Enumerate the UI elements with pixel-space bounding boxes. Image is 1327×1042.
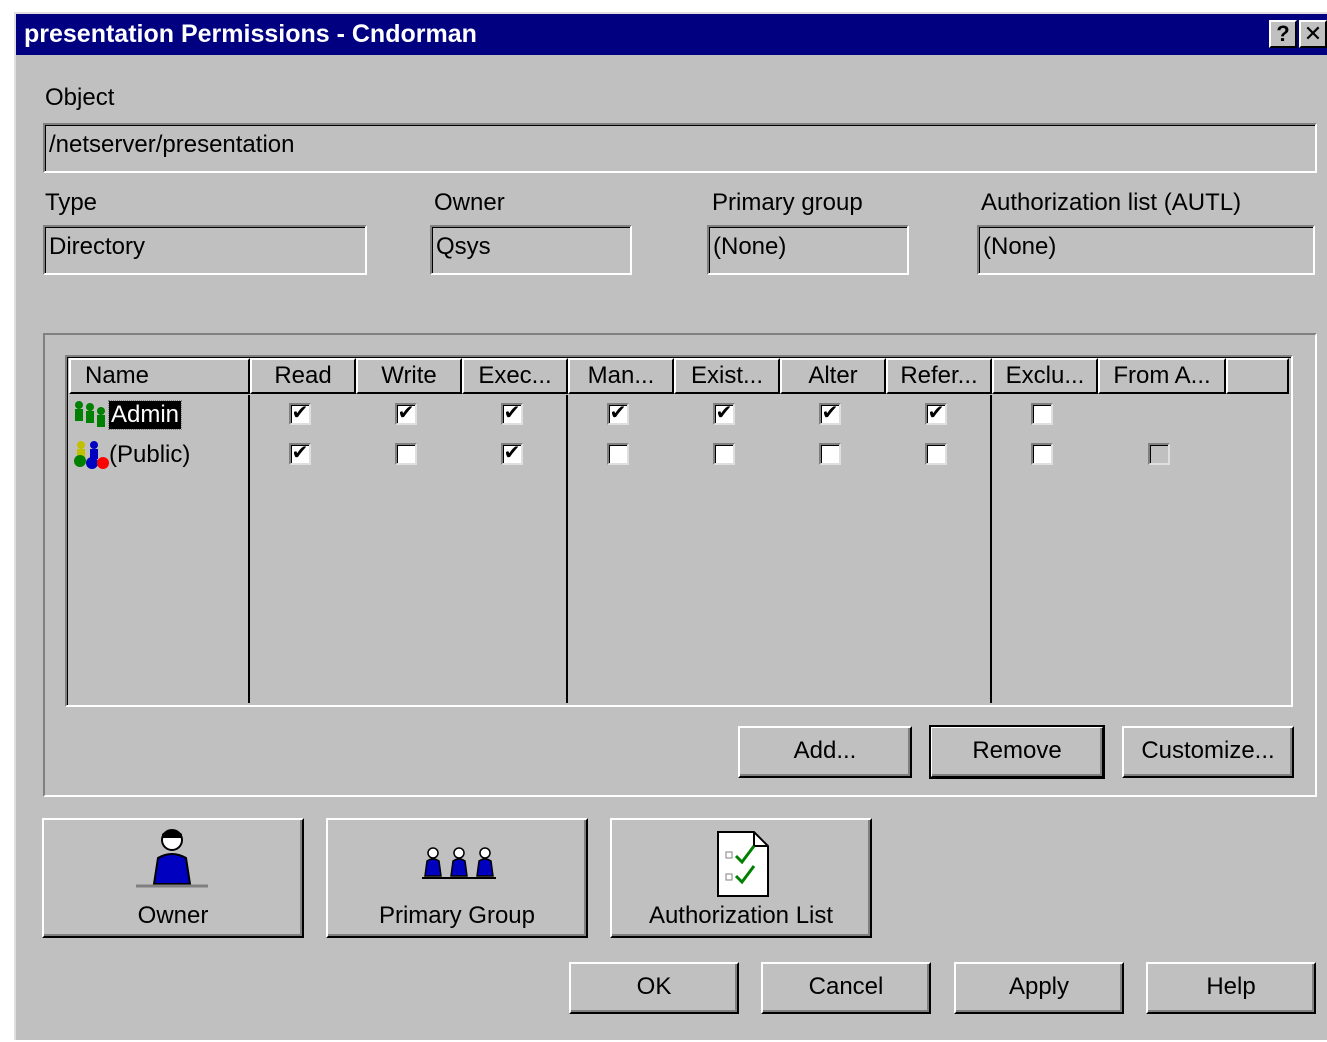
help-title-button[interactable]: ? [1269, 20, 1297, 48]
apply-button[interactable]: Apply [954, 962, 1124, 1014]
permissions-list[interactable]: Name Read Write Exec... Man... Exist... … [65, 355, 1293, 707]
column-divider [990, 395, 992, 703]
column-header-exist[interactable]: Exist... [674, 358, 780, 394]
column-header-alter[interactable]: Alter [780, 358, 886, 394]
checkbox-public-exec[interactable]: ✔ [501, 443, 523, 465]
column-header-refer[interactable]: Refer... [886, 358, 992, 394]
checkbox-public-exist[interactable] [713, 443, 735, 465]
person-icon [136, 829, 208, 888]
column-divider [566, 395, 568, 703]
checkbox-public-exclu[interactable] [1031, 443, 1053, 465]
column-header-read[interactable]: Read [250, 358, 356, 394]
primary-group-button-label: Primary Group [378, 902, 536, 929]
autl-label: Authorization list (AUTL) [981, 189, 1242, 216]
column-header-empty [1226, 358, 1289, 394]
checkbox-admin-refer[interactable]: ✔ [925, 403, 947, 425]
checkbox-admin-write[interactable]: ✔ [395, 403, 417, 425]
type-label: Type [45, 189, 98, 216]
primary-group-button[interactable]: Primary Group [326, 818, 588, 938]
checkbox-admin-exec[interactable]: ✔ [501, 403, 523, 425]
column-header-exec[interactable]: Exec... [462, 358, 568, 394]
checklist-document-icon [717, 831, 769, 897]
checkbox-public-read[interactable]: ✔ [289, 443, 311, 465]
object-label: Object [45, 84, 115, 111]
customize-button[interactable]: Customize... [1122, 726, 1294, 778]
checkbox-admin-exist[interactable]: ✔ [713, 403, 735, 425]
group-people-icon [422, 847, 496, 879]
checkbox-admin-alter[interactable]: ✔ [819, 403, 841, 425]
column-header-write[interactable]: Write [356, 358, 462, 394]
primary-group-field[interactable]: (None) [707, 225, 909, 275]
window-title: presentation Permissions - Cndorman [24, 20, 477, 48]
checkbox-public-refer[interactable] [925, 443, 947, 465]
add-button[interactable]: Add... [738, 726, 912, 778]
row-admin-name[interactable]: Admin [107, 400, 183, 430]
checkbox-public-from-a[interactable] [1148, 443, 1170, 465]
public-group-icon [74, 441, 109, 469]
column-divider [248, 395, 250, 703]
owner-button-label: Owner [137, 902, 209, 929]
autl-field[interactable]: (None) [977, 225, 1315, 275]
cancel-button[interactable]: Cancel [761, 962, 931, 1014]
column-header-from-a[interactable]: From A... [1098, 358, 1226, 394]
checkbox-admin-read[interactable]: ✔ [289, 403, 311, 425]
type-field[interactable]: Directory [43, 225, 367, 275]
checkbox-admin-man[interactable]: ✔ [607, 403, 629, 425]
owner-field[interactable]: Qsys [430, 225, 632, 275]
owner-label: Owner [434, 189, 505, 216]
ok-button[interactable]: OK [569, 962, 739, 1014]
checkbox-public-man[interactable] [607, 443, 629, 465]
authorization-list-button[interactable]: Authorization List [610, 818, 872, 938]
close-title-button[interactable]: ✕ [1299, 20, 1327, 48]
users-group-icon [75, 401, 105, 427]
title-bar[interactable]: presentation Permissions - Cndorman ? ✕ [16, 14, 1327, 55]
column-header-man[interactable]: Man... [568, 358, 674, 394]
column-header-name[interactable]: Name [69, 358, 250, 394]
owner-button[interactable]: Owner [42, 818, 304, 938]
row-public-name[interactable]: (Public) [109, 441, 190, 469]
remove-button[interactable]: Remove [929, 725, 1105, 779]
help-button[interactable]: Help [1146, 962, 1316, 1014]
checkbox-public-alter[interactable] [819, 443, 841, 465]
primary-group-label: Primary group [712, 189, 863, 216]
checkbox-public-write[interactable] [395, 443, 417, 465]
object-field[interactable]: /netserver/presentation [43, 123, 1317, 173]
column-header-exclu[interactable]: Exclu... [992, 358, 1098, 394]
checkbox-admin-exclu[interactable] [1031, 403, 1053, 425]
authorization-list-button-label: Authorization List [648, 902, 834, 929]
